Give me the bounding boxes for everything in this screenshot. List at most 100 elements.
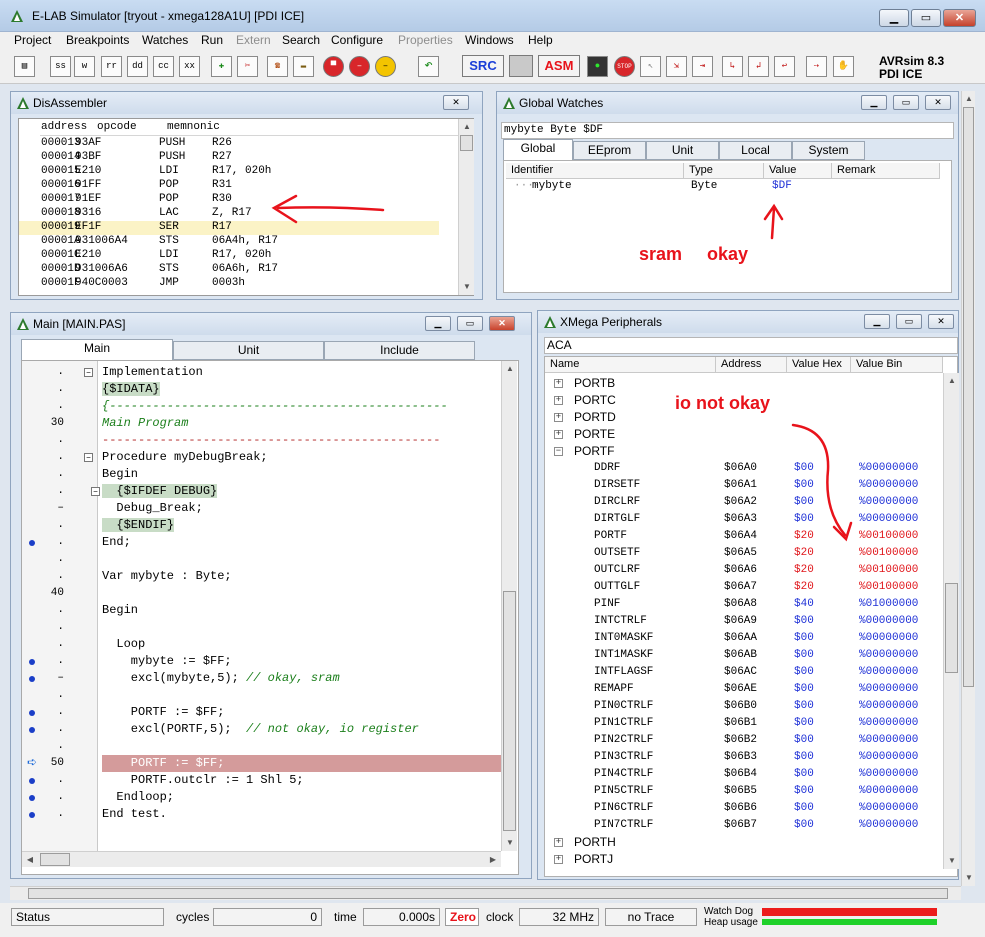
source-line[interactable] — [102, 551, 522, 568]
watch-identifier[interactable]: mybyte — [532, 180, 572, 192]
register-hex[interactable]: $00 — [794, 613, 814, 630]
workspace-vscroll[interactable]: ▲ ▼ — [961, 91, 975, 886]
register-hex[interactable]: $00 — [794, 817, 814, 834]
source-hscroll[interactable]: ◀ ▶ — [22, 851, 501, 867]
disasm-row[interactable]: 000019 EF1F SER R17 — [19, 221, 439, 235]
expand-icon[interactable]: + — [554, 838, 563, 847]
register-hex[interactable]: $00 — [794, 715, 814, 732]
source-line[interactable]: Begin — [102, 602, 522, 619]
register-hex[interactable]: $40 — [794, 596, 814, 613]
menu-help[interactable]: Help — [528, 33, 553, 47]
register-row[interactable]: PORTF $06A4 $20 %00100000 — [545, 528, 955, 545]
close-button[interactable]: ✕ — [943, 9, 976, 27]
source-vscroll[interactable]: ▲ ▼ — [501, 361, 517, 851]
register-row[interactable]: REMAPF $06AE $00 %00000000 — [545, 681, 955, 698]
zero-button[interactable]: Zero — [445, 908, 479, 926]
view-dd-button[interactable]: dd — [127, 56, 148, 77]
source-line[interactable]: Implementation — [102, 364, 522, 381]
peripheral-group[interactable]: + PORTB — [545, 375, 955, 392]
breakpoint-dot-icon[interactable] — [29, 727, 35, 733]
peripheral-group[interactable]: + PORTE — [545, 426, 955, 443]
source-line[interactable]: End; — [102, 534, 522, 551]
source-line[interactable]: PORTF := $FF; — [102, 704, 522, 721]
register-hex[interactable]: $00 — [794, 477, 814, 494]
source-line[interactable] — [102, 687, 522, 704]
peripherals-scrollbar[interactable]: ▲ ▼ — [943, 373, 959, 869]
register-bin[interactable]: %00000000 — [859, 732, 918, 749]
collapse-icon[interactable]: − — [554, 447, 563, 456]
tab-include[interactable]: Include — [324, 341, 475, 360]
cursor-icon[interactable]: ↖ — [640, 56, 661, 77]
disasm-row[interactable]: 00001F 940C0003 JMP 0003h — [19, 277, 439, 291]
stop-button[interactable]: STOP — [614, 56, 635, 77]
register-hex[interactable]: $20 — [794, 579, 814, 596]
source-line[interactable]: {---------------------------------------… — [102, 398, 522, 415]
register-bin[interactable]: %00000000 — [859, 630, 918, 647]
animate-icon[interactable]: ↩ — [774, 56, 795, 77]
register-bin[interactable]: %00000000 — [859, 783, 918, 800]
source-line[interactable]: ----------------------------------------… — [102, 432, 522, 449]
peripherals-close-button[interactable]: ✕ — [928, 314, 954, 329]
view-rr-button[interactable]: rr — [101, 56, 122, 77]
disasm-row[interactable]: 00001D 931006A6 STS 06A6h, R17 — [19, 263, 439, 277]
source-line[interactable]: End test. — [102, 806, 522, 823]
source-line[interactable]: {$ENDIF} — [102, 517, 522, 534]
register-bin[interactable]: %00000000 — [859, 664, 918, 681]
disassembler-listing[interactable]: address opcode memnonic 000013 93AF PUSH R2… — [18, 118, 474, 296]
peripheral-group[interactable]: − PORTF — [545, 443, 955, 460]
register-hex[interactable]: $00 — [794, 732, 814, 749]
view-xx-button[interactable]: xx — [179, 56, 200, 77]
register-bin[interactable]: %00000000 — [859, 749, 918, 766]
fold-toggle-icon[interactable]: − — [84, 453, 93, 462]
register-row[interactable]: DIRTGLF $06A3 $00 %00000000 — [545, 511, 955, 528]
main-close-button[interactable]: ✕ — [489, 316, 515, 331]
disasm-row[interactable]: 000013 93AF PUSH R26 — [19, 137, 439, 151]
register-row[interactable]: INTFLAGSF $06AC $00 %00000000 — [545, 664, 955, 681]
disasm-row[interactable]: 000017 91EF POP R30 — [19, 193, 439, 207]
step-over-icon[interactable]: ⇥ — [692, 56, 713, 77]
register-hex[interactable]: $00 — [794, 681, 814, 698]
tab-system[interactable]: System — [792, 141, 865, 160]
workspace-hscroll[interactable] — [10, 886, 961, 900]
maximize-button[interactable]: ▭ — [911, 9, 941, 27]
menu-watches[interactable]: Watches — [142, 33, 188, 47]
source-editor[interactable]: . − Implementation. {$IDATA}. {-------------… — [21, 360, 519, 875]
breakpoint-dot-icon[interactable] — [29, 812, 35, 818]
breakpoint-dot-icon[interactable] — [29, 659, 35, 665]
open-project-icon[interactable]: ▤ — [14, 56, 35, 77]
peripherals-maximize-button[interactable]: ▭ — [896, 314, 922, 329]
register-bin[interactable]: %00000000 — [859, 647, 918, 664]
disasm-row[interactable]: 000016 91FF POP R31 — [19, 179, 439, 193]
main-maximize-button[interactable]: ▭ — [457, 316, 483, 331]
tab-eeprom[interactable]: EEprom — [573, 141, 646, 160]
source-line[interactable]: {$IFDEF DEBUG} — [102, 483, 522, 500]
col-value-hex[interactable]: Value Hex — [787, 357, 851, 373]
disasm-row[interactable]: 00001C E210 LDI R17, 020h — [19, 249, 439, 263]
register-row[interactable]: PIN0CTRLF $06B0 $00 %00000000 — [545, 698, 955, 715]
register-hex[interactable]: $20 — [794, 528, 814, 545]
register-bin[interactable]: %00100000 — [859, 579, 918, 596]
register-bin[interactable]: %00000000 — [859, 477, 918, 494]
reset-arrow-icon[interactable]: ↶ — [418, 56, 439, 77]
source-line[interactable]: excl(mybyte,5); // okay, sram — [102, 670, 522, 687]
traffic-light-icon[interactable]: ● — [587, 56, 608, 77]
add-breakpoint-icon[interactable]: ✚ — [211, 56, 232, 77]
register-bin[interactable]: %00000000 — [859, 817, 918, 834]
expand-icon[interactable]: + — [554, 413, 563, 422]
register-hex[interactable]: $00 — [794, 664, 814, 681]
breakpoint-dot-icon[interactable] — [29, 795, 35, 801]
chip-icon[interactable]: ▬ — [293, 56, 314, 77]
watches-minimize-button[interactable]: ▁ — [861, 95, 887, 110]
exit-icon[interactable]: ✋ — [833, 56, 854, 77]
register-row[interactable]: PIN4CTRLF $06B4 $00 %00000000 — [545, 766, 955, 783]
register-hex[interactable]: $00 — [794, 511, 814, 528]
disassembler-close-button[interactable]: ✕ — [443, 95, 469, 110]
register-bin[interactable]: %00000000 — [859, 715, 918, 732]
run-icon[interactable]: ⇢ — [806, 56, 827, 77]
register-bin[interactable]: %00000000 — [859, 511, 918, 528]
col-value-bin[interactable]: Value Bin — [851, 357, 943, 373]
watches-close-button[interactable]: ✕ — [925, 95, 951, 110]
blank-toggle-button[interactable] — [509, 55, 533, 77]
register-hex[interactable]: $00 — [794, 749, 814, 766]
col-type[interactable]: Type — [684, 163, 764, 179]
